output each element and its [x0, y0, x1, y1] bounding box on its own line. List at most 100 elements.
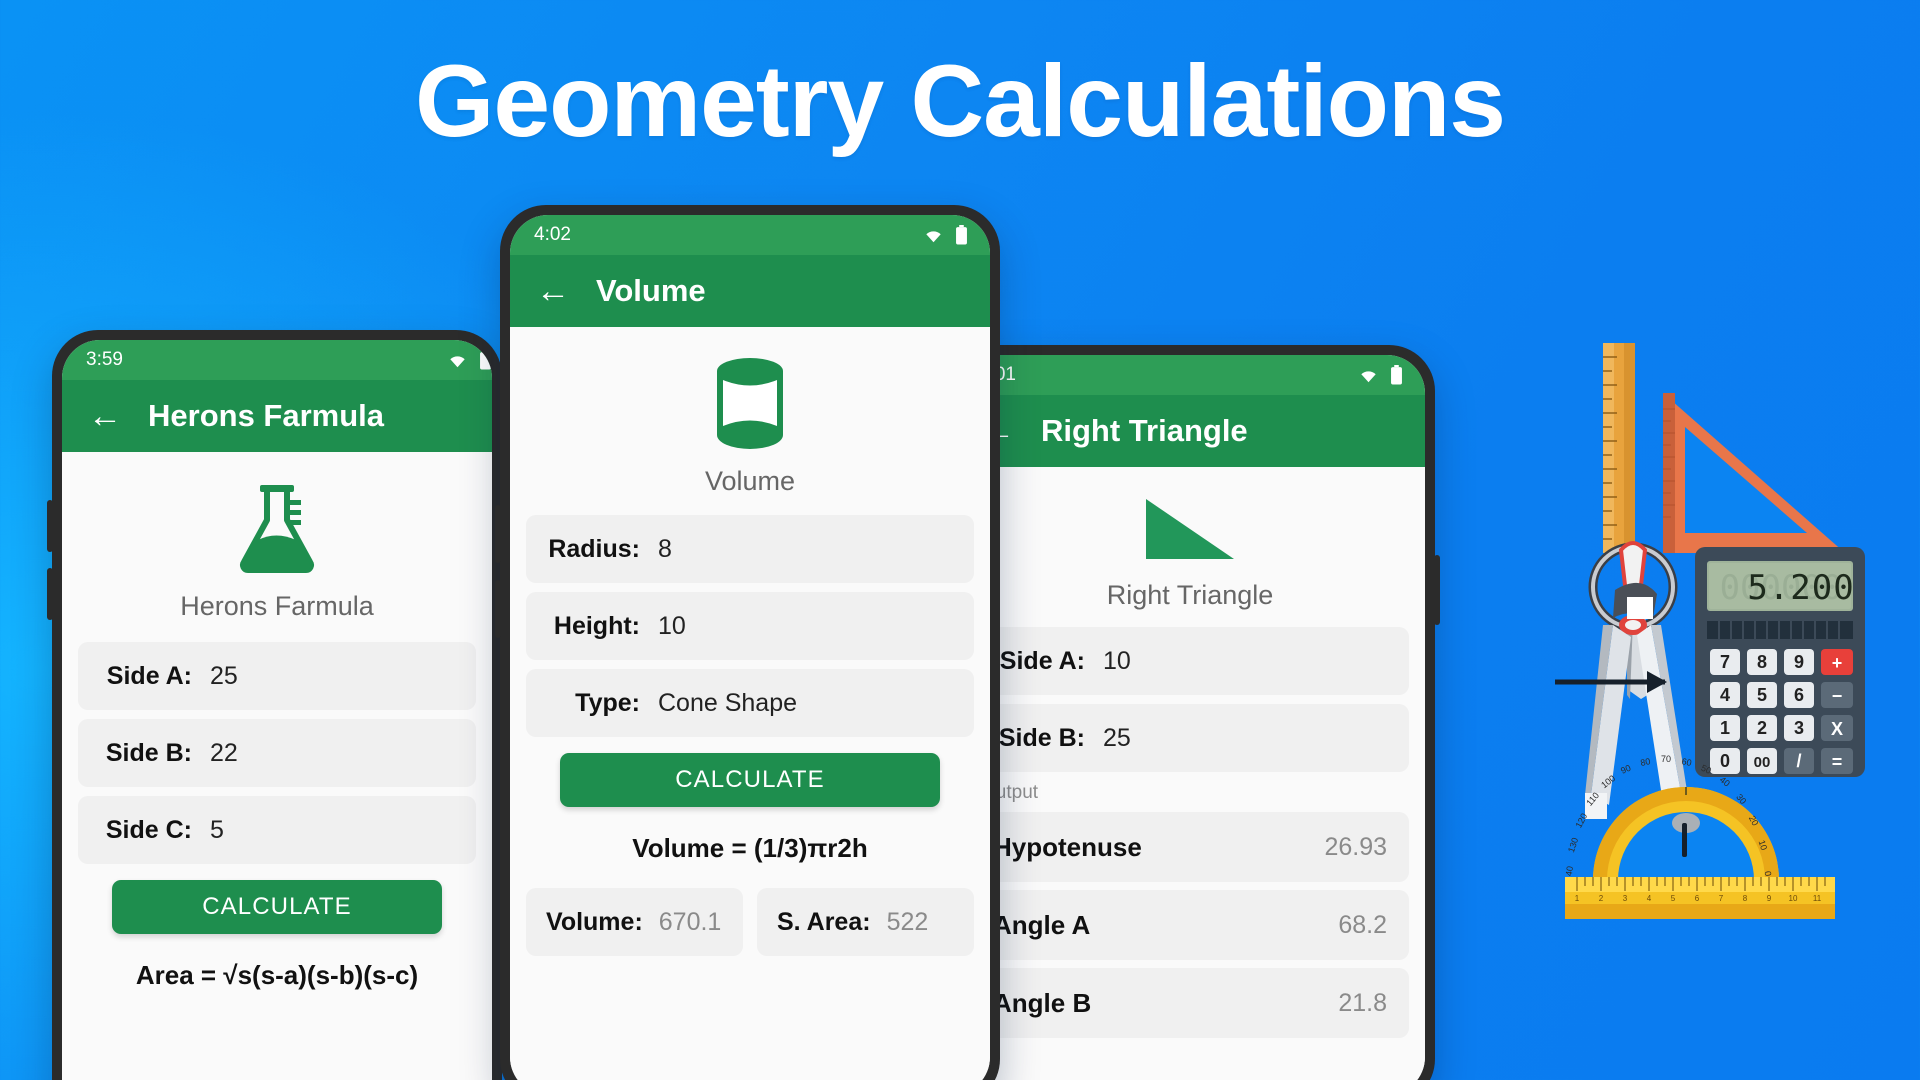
- app-bar-title: Herons Farmula: [148, 398, 385, 433]
- output-value: 26.93: [1324, 832, 1387, 861]
- calculator-display: 5.200: [1747, 568, 1854, 608]
- wifi-icon: [450, 356, 465, 368]
- back-arrow-icon[interactable]: ←: [88, 399, 122, 433]
- wifi-icon: [926, 231, 941, 243]
- field-radius[interactable]: Radius: 8: [526, 515, 974, 583]
- field-value[interactable]: 25: [1103, 724, 1131, 753]
- phone-volume: 4:02 ← Volume Volume Radius: 8 Height: 1…: [495, 205, 1000, 1080]
- svg-text:5: 5: [1671, 894, 1676, 903]
- output-list: Hypotenuse 26.93 Angle A 68.2 Angle B 21…: [955, 812, 1425, 1038]
- result-surface-area: S. Area: 522: [757, 888, 974, 956]
- screen-content: Right Triangle Side A: 10 Side B: 25 Out…: [955, 467, 1425, 1080]
- app-bar-title: Right Triangle: [1041, 413, 1248, 448]
- output-hypotenuse: Hypotenuse 26.93: [971, 812, 1409, 882]
- ruler-horizontal-icon: 1 2 3 4 5 6 7 8 9 10 11: [1565, 877, 1835, 919]
- wifi-icon: [1361, 371, 1376, 383]
- output-value: 68.2: [1338, 910, 1387, 939]
- power-button[interactable]: [1434, 555, 1440, 625]
- status-time: 3:59: [86, 349, 123, 370]
- svg-text:80: 80: [1639, 756, 1651, 768]
- app-bar: ← Right Triangle: [955, 395, 1425, 467]
- volume-up-button[interactable]: [495, 505, 501, 563]
- result-label: S. Area:: [777, 907, 871, 936]
- calculate-button[interactable]: CALCULATE: [560, 753, 940, 807]
- app-bar-title: Volume: [596, 273, 706, 308]
- field-side-a[interactable]: Side A: 25: [78, 642, 476, 710]
- input-fields: Side A: 25 Side B: 22 Side C: 5: [62, 642, 492, 864]
- svg-text:=: =: [1832, 752, 1843, 772]
- geometry-tools-illustration: 000000 5.200 7 8 9 + 4 5 6 − 1 2 3 X 0 0…: [1555, 343, 1865, 919]
- volume-up-button[interactable]: [47, 500, 53, 552]
- phone-right-triangle: 4:01 ← Right Triangle Right Triangle: [945, 345, 1440, 1080]
- field-value[interactable]: 8: [658, 535, 672, 564]
- screen-right-triangle: 4:01 ← Right Triangle Right Triangle: [955, 355, 1425, 1080]
- svg-text:6: 6: [1695, 894, 1700, 903]
- field-label: Type:: [575, 688, 640, 717]
- status-bar: 4:02: [510, 215, 990, 255]
- screen-volume: 4:02 ← Volume Volume Radius: 8 Height: 1…: [510, 215, 990, 1080]
- field-side-c[interactable]: Side C: 5: [78, 796, 476, 864]
- field-value[interactable]: 25: [210, 662, 238, 691]
- svg-text:10: 10: [1789, 894, 1798, 903]
- svg-text:8: 8: [1757, 652, 1767, 672]
- svg-text:7: 7: [1719, 894, 1724, 903]
- svg-text:90: 90: [1619, 763, 1632, 776]
- output-label: Hypotenuse: [993, 831, 1142, 862]
- svg-text:4: 4: [1647, 894, 1652, 903]
- battery-icon: [956, 225, 967, 245]
- back-arrow-icon[interactable]: ←: [536, 274, 570, 308]
- status-time: 4:02: [534, 224, 571, 245]
- app-bar: ← Herons Farmula: [62, 380, 492, 452]
- cylinder-icon: [717, 358, 783, 449]
- svg-text:−: −: [1832, 686, 1843, 706]
- hero-section: Herons Farmula: [62, 452, 492, 622]
- field-side-a[interactable]: Side A: 10: [971, 627, 1409, 695]
- battery-icon: [480, 350, 491, 370]
- phone-herons-formula: 3:59 ← Herons Farmula Herons Farmula Sid…: [47, 330, 502, 1080]
- field-value[interactable]: 10: [1103, 647, 1131, 676]
- status-icons: [1357, 365, 1403, 385]
- battery-icon: [1391, 365, 1402, 385]
- result-value: 670.1: [658, 907, 722, 936]
- field-label: Side A:: [106, 661, 192, 690]
- volume-down-button[interactable]: [495, 580, 501, 638]
- volume-down-button[interactable]: [47, 568, 53, 620]
- calculate-button[interactable]: CALCULATE: [112, 880, 442, 934]
- svg-text:130: 130: [1566, 836, 1580, 853]
- svg-text:7: 7: [1720, 652, 1730, 672]
- output-label: Angle B: [993, 987, 1092, 1018]
- hero-label: Volume: [704, 466, 796, 496]
- svg-text:8: 8: [1743, 894, 1748, 903]
- result-label: Volume:: [546, 907, 643, 936]
- svg-text:1: 1: [1575, 894, 1580, 903]
- svg-text:0: 0: [1720, 751, 1730, 771]
- flask-icon: [240, 485, 314, 573]
- formula-text: Volume = (1/3)πr2h: [632, 833, 868, 863]
- status-icons: [922, 225, 968, 245]
- app-bar: ← Volume: [510, 255, 990, 327]
- formula-text: Area = √s(s-a)(s-b)(s-c): [135, 960, 419, 990]
- field-value[interactable]: 10: [658, 612, 686, 641]
- output-angle-a: Angle A 68.2: [971, 890, 1409, 960]
- svg-text:3: 3: [1623, 894, 1628, 903]
- field-type[interactable]: Type: Cone Shape: [526, 669, 974, 737]
- screen-herons-formula: 3:59 ← Herons Farmula Herons Farmula Sid…: [62, 340, 492, 1080]
- svg-text:2: 2: [1757, 718, 1767, 738]
- result-volume: Volume: 670.1: [526, 888, 743, 956]
- field-value[interactable]: Cone Shape: [658, 689, 797, 718]
- field-height[interactable]: Height: 10: [526, 592, 974, 660]
- set-square-icon: [1663, 393, 1845, 553]
- ruler-vertical-icon: [1603, 343, 1635, 553]
- field-side-b[interactable]: Side B: 25: [971, 704, 1409, 772]
- field-value[interactable]: 22: [210, 739, 238, 768]
- field-value[interactable]: 5: [210, 816, 224, 845]
- result-value: 522: [886, 907, 929, 936]
- field-side-b[interactable]: Side B: 22: [78, 719, 476, 787]
- calculator-icon: 000000 5.200 7 8 9 + 4 5 6 − 1 2 3 X 0 0…: [1695, 547, 1865, 777]
- svg-text:00: 00: [1754, 754, 1771, 771]
- field-label: Side C:: [105, 815, 192, 844]
- svg-text:4: 4: [1720, 685, 1730, 705]
- input-fields: Side A: 10 Side B: 25: [955, 627, 1425, 772]
- output-header: Output: [981, 782, 1039, 803]
- output-label: Angle A: [993, 909, 1091, 940]
